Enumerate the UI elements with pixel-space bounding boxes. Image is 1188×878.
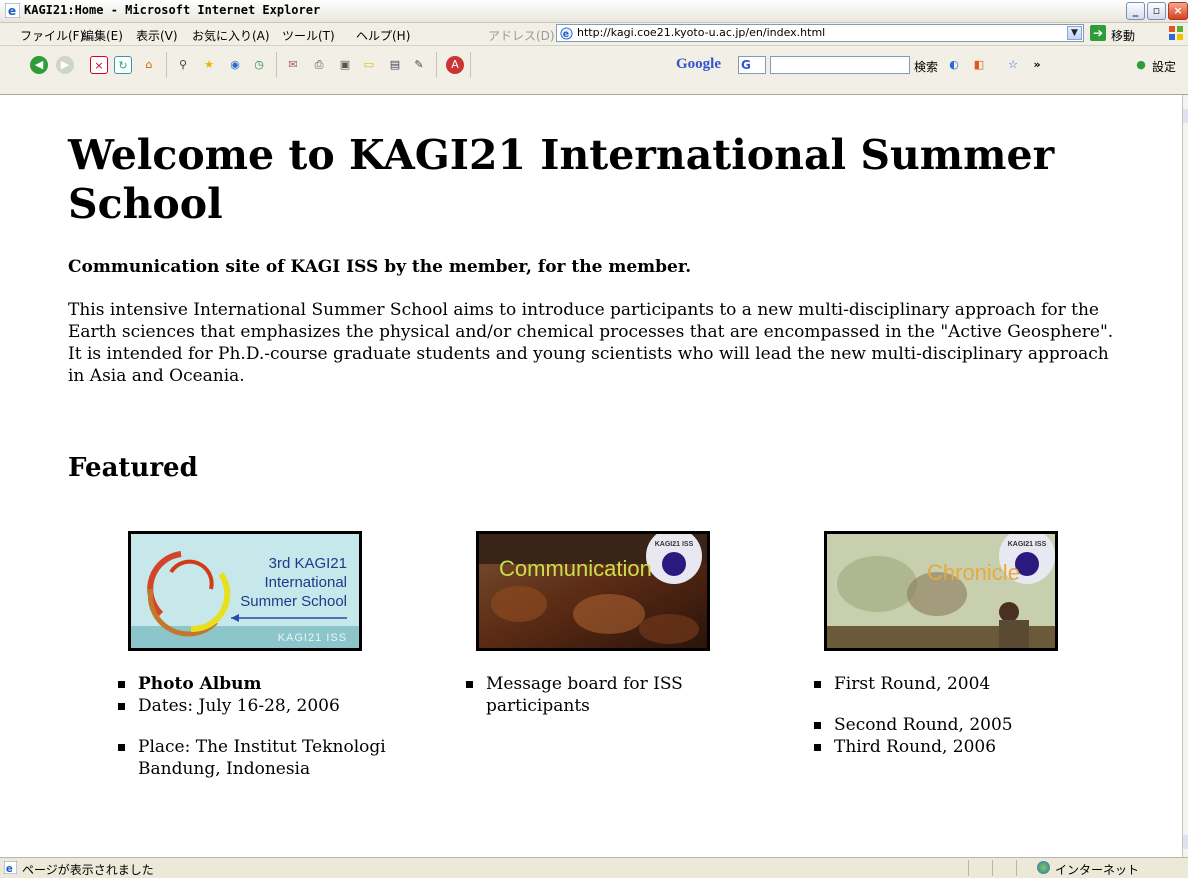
communication-badge: KAGI21 ISS (655, 541, 694, 548)
windows-logo-icon (1169, 26, 1183, 40)
menu-file[interactable]: ファイル(F) (20, 27, 84, 44)
banner-footer: KAGI21 ISS (278, 632, 347, 644)
chronicle-badge: KAGI21 ISS (1008, 541, 1047, 548)
settings-button[interactable]: 設定 (1152, 58, 1176, 75)
forward-icon[interactable]: ▶ (56, 56, 74, 74)
go-arrow-icon[interactable]: ➔ (1090, 25, 1106, 41)
chronicle-label: Chronicle (927, 560, 1020, 585)
menu-edit[interactable]: 編集(E) (82, 27, 123, 44)
menu-help[interactable]: ヘルプ(H) (356, 27, 410, 44)
list-item: First Round, 2004 (814, 673, 1114, 695)
list-item[interactable]: Photo Album (118, 673, 418, 695)
chronicle-image-link[interactable]: Chronicle KAGI21 ISS (824, 531, 1058, 651)
refresh-icon[interactable]: ↻ (114, 56, 132, 74)
menu-tools[interactable]: ツール(T) (282, 27, 335, 44)
back-icon[interactable]: ◀ (30, 56, 48, 74)
svg-text:e: e (6, 864, 13, 874)
communication-photo: Communication KAGI21 ISS (479, 534, 707, 648)
address-label: アドレス(D) (488, 29, 555, 43)
media-icon[interactable]: ◉ (226, 56, 244, 74)
mail-icon[interactable]: ✉ (284, 56, 302, 74)
google-search-input[interactable] (770, 56, 910, 74)
address-field[interactable]: e http://kagi.coe21.kyoto-u.ac.jp/en/ind… (556, 24, 1084, 42)
edit-icon[interactable]: ▣ (336, 56, 354, 74)
status-text: ページが表示されました (22, 863, 154, 877)
google-label: Google (676, 56, 721, 72)
ie-icon: e (5, 3, 20, 18)
scroll-down-icon[interactable] (1183, 835, 1188, 849)
list-item: Second Round, 2005 (814, 714, 1114, 736)
page-icon: e (560, 27, 573, 40)
favorites-star-icon[interactable]: ★ (200, 56, 218, 74)
search-icon[interactable]: ⚲ (174, 56, 192, 74)
pagerank-icon: ◐ (949, 58, 959, 71)
minimize-button[interactable]: _ (1126, 2, 1145, 20)
window-title: KAGI21:Home - Microsoft Internet Explore… (24, 3, 321, 17)
vertical-scrollbar[interactable] (1182, 95, 1188, 857)
go-button[interactable]: 移動 (1111, 27, 1135, 44)
title-bar: e KAGI21:Home - Microsoft Internet Explo… (0, 0, 1188, 23)
page-viewport: Welcome to KAGI21 International Summer S… (0, 95, 1182, 857)
page-tagline: Communication site of KAGI ISS by the me… (68, 257, 692, 277)
print-icon[interactable]: ⎙ (310, 56, 328, 74)
communication-image-link[interactable]: Communication KAGI21 ISS (476, 531, 710, 651)
internet-zone-icon (1037, 861, 1050, 874)
photo-album-link[interactable]: Photo Album (138, 674, 261, 694)
restore-button[interactable]: ▫ (1147, 2, 1166, 20)
summer-school-banner-link[interactable]: 3rd KAGI21 International Summer School K… (128, 531, 362, 651)
close-button[interactable]: × (1168, 2, 1188, 20)
list-item: Dates: July 16-28, 2006 (118, 695, 418, 717)
chronicle-photo: Chronicle KAGI21 ISS (827, 534, 1055, 648)
banner-line-3: Summer School (240, 593, 347, 610)
feature-list-3: First Round, 2004 Second Round, 2005 Thi… (814, 673, 1114, 758)
page-title: Welcome to KAGI21 International Summer S… (68, 131, 1055, 228)
banner-line-2: International (264, 574, 347, 591)
discuss-icon[interactable]: ▭ (360, 56, 378, 74)
pdf-icon[interactable]: A (446, 56, 464, 74)
google-menu-button[interactable]: G (738, 56, 766, 74)
scroll-up-icon[interactable] (1183, 109, 1188, 123)
search-button[interactable]: 検索 (914, 58, 938, 75)
feature-list-2: Message board for ISS participants (466, 673, 736, 717)
page-done-icon: e (4, 861, 17, 874)
settings-dot-icon: ● (1136, 58, 1146, 71)
address-dropdown-icon[interactable]: ▼ (1067, 26, 1082, 40)
more-chevron-icon[interactable]: » (1028, 56, 1046, 74)
popup-blocker-icon[interactable]: ◧ (970, 56, 988, 74)
banner-line-1: 3rd KAGI21 (269, 555, 347, 572)
svg-text:e: e (8, 4, 16, 18)
feature-list-1: Photo Album Dates: July 16-28, 2006 Plac… (118, 673, 418, 780)
menu-favorites[interactable]: お気に入り(A) (192, 27, 270, 44)
bookmark-star-icon[interactable]: ☆ (1004, 56, 1022, 74)
intro-paragraph: This intensive International Summer Scho… (68, 300, 1114, 386)
communication-label: Communication (499, 556, 652, 581)
address-url: http://kagi.coe21.kyoto-u.ac.jp/en/index… (577, 26, 826, 39)
summer-school-logo-icon: 3rd KAGI21 International Summer School K… (131, 534, 359, 648)
svg-text:e: e (563, 29, 569, 40)
research-icon[interactable]: ▤ (386, 56, 404, 74)
featured-heading: Featured (68, 453, 198, 483)
messenger-icon[interactable]: ✎ (410, 56, 428, 74)
status-bar: e ページが表示されました インターネット (0, 857, 1188, 878)
toolbar: ◀ ▶ × ↻ ⌂ ⚲ ★ ◉ ◷ ✉ ⎙ ▣ ▭ ▤ ✎ A Google G… (0, 46, 1188, 95)
list-item: Message board for ISS participants (466, 673, 736, 717)
home-icon[interactable]: ⌂ (140, 56, 158, 74)
menu-bar: ファイル(F) 編集(E) 表示(V) お気に入り(A) ツール(T) ヘルプ(… (0, 23, 1188, 46)
list-item: Third Round, 2006 (814, 736, 1114, 758)
menu-view[interactable]: 表示(V) (136, 27, 178, 44)
list-item: Place: The Institut Teknologi Bandung, I… (118, 736, 418, 780)
security-zone: インターネット (1055, 863, 1140, 877)
stop-icon[interactable]: × (90, 56, 108, 74)
history-icon[interactable]: ◷ (250, 56, 268, 74)
